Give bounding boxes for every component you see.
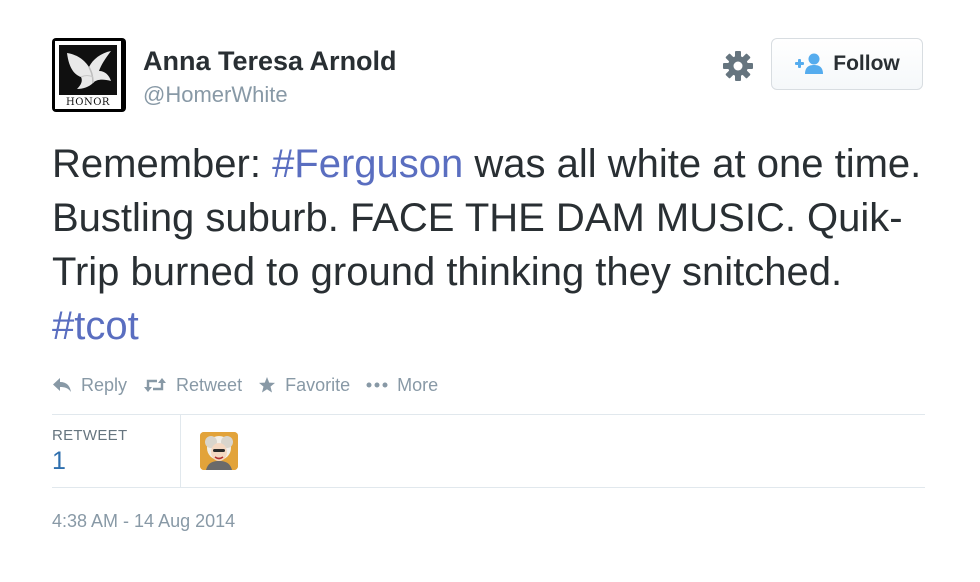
author-fullname[interactable]: Anna Teresa Arnold [143, 46, 397, 77]
avatar-caption: HONOR [66, 97, 110, 108]
tweet-card: HONOR Anna Teresa Arnold @HomerWhite Fol… [0, 0, 980, 582]
more-dots-icon [366, 382, 388, 388]
retweet-icon [144, 378, 167, 392]
stats-divider-vertical [180, 415, 181, 487]
tweet-text: Remember: #Ferguson was all white at one… [52, 137, 932, 353]
tweet-timestamp[interactable]: 4:38 AM - 14 Aug 2014 [52, 511, 235, 532]
follow-button[interactable]: Follow [771, 38, 923, 90]
favorite-button[interactable]: Favorite [258, 375, 350, 396]
reply-label: Reply [81, 374, 128, 395]
gear-icon[interactable] [719, 47, 757, 85]
retweeter-avatar[interactable] [200, 432, 238, 470]
stats-divider-top [52, 414, 925, 415]
author-username[interactable]: @HomerWhite [143, 82, 288, 108]
favorite-label: Favorite [285, 374, 351, 395]
tweet-text-segment: Remember: [52, 142, 273, 186]
star-icon [259, 377, 276, 393]
more-label: More [397, 374, 439, 395]
follow-label: Follow [833, 52, 900, 75]
add-user-icon [794, 52, 824, 76]
tweet-actions: Reply Retweet Favorite More [52, 371, 454, 399]
reply-button[interactable]: Reply [52, 375, 127, 396]
hashtag-link[interactable]: #Ferguson [272, 142, 463, 186]
hashtag-link[interactable]: #tcot [52, 304, 139, 348]
retweet-button[interactable]: Retweet [143, 375, 242, 396]
more-button[interactable]: More [366, 375, 438, 396]
retweet-count-label: RETWEET [52, 427, 128, 444]
dove-icon [59, 45, 117, 95]
stats-divider-bottom [52, 487, 925, 488]
avatar-frame: HONOR [55, 41, 121, 109]
reply-icon [53, 378, 71, 392]
retweet-label: Retweet [176, 374, 243, 395]
retweet-count[interactable]: 1 [52, 447, 66, 476]
author-avatar[interactable]: HONOR [52, 38, 126, 112]
